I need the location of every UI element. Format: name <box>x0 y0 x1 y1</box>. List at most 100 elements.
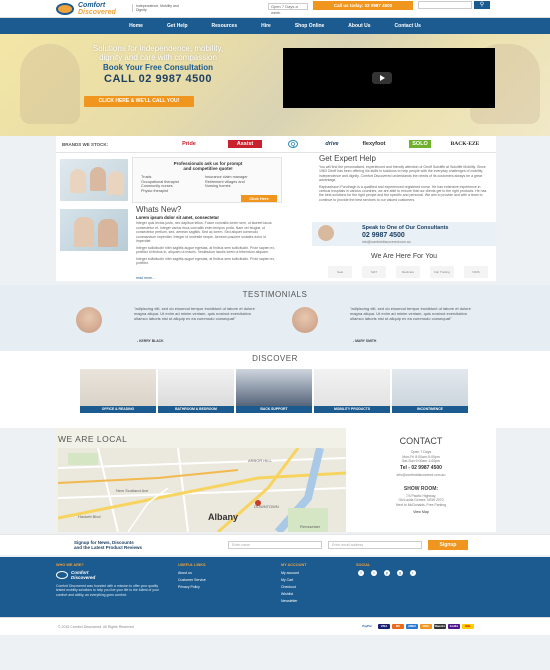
testimonials-title: TESTIMONIALS <box>242 290 308 299</box>
signup-button[interactable]: Signup <box>428 540 468 550</box>
promo-title-line-2: and competitive quote! <box>183 166 233 171</box>
footer-link[interactable]: Wishlist <box>281 592 293 596</box>
hero-book-consultation: Book Your Free Consultation <box>103 63 213 72</box>
testimonial-quote: "adipiscing elit, sed do eiusmod tempor … <box>350 306 471 321</box>
signup-email-input[interactable]: Enter email address <box>328 541 422 549</box>
promo-list-right: Insurance claim manager Retirement villa… <box>205 175 248 189</box>
category-tile[interactable]: BACK SUPPORT <box>236 369 312 413</box>
brand-logo[interactable]: flexyfoot <box>360 140 388 148</box>
logo-line-1: Comfort <box>78 2 106 9</box>
brands-label: BRANDS WE STOCK: <box>62 142 109 147</box>
paypal-icon: PayPal <box>360 624 374 629</box>
twitter-icon[interactable]: t <box>371 570 377 576</box>
tile-caption: BATHROOM & BEDROOM <box>158 406 234 413</box>
testimonial-author: - MARY SMITH <box>353 339 377 343</box>
location-map[interactable]: Albany ARBOR HILL DOWNTOWN New Scotland … <box>58 448 346 532</box>
footer-link[interactable]: My account <box>281 571 299 575</box>
hero-text: Solutions for independence, mobility, di… <box>58 44 258 85</box>
footer-link[interactable]: My Cart <box>281 578 293 582</box>
category-tile[interactable]: OFFICE & READING <box>80 369 156 413</box>
expert-help-title: Get Expert Help <box>319 154 376 163</box>
nav-get-help[interactable]: Get Help <box>155 18 200 34</box>
showroom-title: SHOW ROOM: <box>403 486 439 492</box>
contact-panel: CONTACT Open 7 Days Mon-Fri 8:00am-5:00p… <box>346 428 496 532</box>
logo-mark-icon <box>56 3 74 15</box>
brand-logo[interactable]: Pride <box>178 140 200 148</box>
top-header: Comfort Discovered Independence, Mobilit… <box>0 0 550 18</box>
brand-logo[interactable]: BACK-EZE <box>443 140 487 148</box>
footer-logo[interactable]: Comfort Discovered <box>56 570 116 581</box>
click-here-button[interactable]: Click Here <box>241 195 277 202</box>
whats-new-paragraph: Integer sollicitudin nibh sagittis augue… <box>136 256 276 266</box>
accreditation-badge: Seal <box>328 266 352 278</box>
local-section: WE ARE LOCAL Albany ARBOR HILL DOWNTOWN <box>56 428 496 532</box>
footer-link[interactable]: Privacy Policy <box>178 585 200 589</box>
brand-logo[interactable]: Assist <box>228 140 262 148</box>
nav-contact-us[interactable]: Contact Us <box>383 18 433 34</box>
pinterest-icon[interactable]: p <box>384 570 390 576</box>
brand-logo[interactable]: Q <box>288 140 298 148</box>
contact-email[interactable]: info@comfortdiscovered.com.au <box>346 473 496 477</box>
mastercard-icon: MC <box>392 624 404 629</box>
testimonial-author: - KERRY BLACK <box>137 339 164 343</box>
footer-link[interactable]: Customer Service <box>178 578 206 582</box>
contact-title: CONTACT <box>399 436 443 446</box>
expert-help-body: You will find the personalised, experien… <box>319 165 489 202</box>
footer-link[interactable]: About us <box>178 571 192 575</box>
testimonial-avatar <box>76 307 102 333</box>
list-item: Physio therapist <box>141 188 169 193</box>
search-input[interactable] <box>418 1 472 9</box>
expert-paragraph: You will find the personalised, experien… <box>319 165 486 183</box>
category-tile[interactable]: BATHROOM & BEDROOM <box>158 369 234 413</box>
person-figure <box>108 171 124 195</box>
consultant-phone[interactable]: 02 9987 4500 <box>362 232 405 239</box>
logo-mark-icon <box>56 571 68 579</box>
call-us-banner[interactable]: Call us today: 02 9987 4500 <box>313 1 413 10</box>
category-tile[interactable]: MOBILITY PRODUCTS <box>314 369 390 413</box>
consultant-email[interactable]: info@comfortdiscovered.com.au <box>362 240 411 244</box>
logo[interactable]: Comfort Discovered <box>56 2 136 16</box>
accreditation-badge: Medicare <box>396 266 420 278</box>
search-button[interactable]: ⚲ <box>474 1 490 9</box>
map-label: DOWNTOWN <box>254 504 279 509</box>
nav-home[interactable]: Home <box>117 18 155 34</box>
promo-image <box>60 159 128 201</box>
nav-hire[interactable]: Hire <box>249 18 283 34</box>
nav-about-us[interactable]: About Us <box>336 18 382 34</box>
consultant-box: Speak to One of Our Consultants 02 9987 … <box>312 222 496 246</box>
view-map-link[interactable]: View Map <box>407 510 435 514</box>
testimonial-quote: "adipiscing elit, sed do eiusmod tempor … <box>134 306 255 321</box>
discover-section: DISCOVER OFFICE & READING BATHROOM & BED… <box>0 351 550 428</box>
signup-name-input[interactable]: Enter name <box>228 541 322 549</box>
page-background <box>0 635 550 670</box>
play-icon[interactable] <box>372 72 392 84</box>
nav-shop-online[interactable]: Shop Online <box>283 18 336 34</box>
footer-link[interactable]: Newsletter <box>281 599 298 603</box>
brand-logo[interactable]: SOLO <box>409 140 431 148</box>
rss-icon[interactable]: r <box>410 570 416 576</box>
whats-new-body: Integer quis lectus justo, nec dapibus t… <box>136 221 276 266</box>
nav-resources[interactable]: Resources <box>200 18 250 34</box>
google-plus-icon[interactable]: g <box>397 570 403 576</box>
footer-link[interactable]: Checkout <box>281 585 296 589</box>
person-figure <box>90 167 106 191</box>
footer-about-text: Comfort Discovered was founded with a mi… <box>56 584 159 597</box>
facebook-icon[interactable]: f <box>358 570 364 576</box>
map-label: Hackett Blvd <box>78 514 101 519</box>
footer-links-title: USEFUL LINKS <box>178 563 206 567</box>
brand-logo[interactable]: drive <box>318 140 346 148</box>
map-label-city: Albany <box>208 512 239 522</box>
logo-line-2: Discovered <box>78 9 116 16</box>
hero-phone[interactable]: CALL 02 9987 4500 <box>58 73 258 85</box>
here-for-you-title: We Are Here For You <box>370 253 438 260</box>
page: Comfort Discovered Independence, Mobilit… <box>0 0 550 670</box>
whats-new-paragraph: Integer quis lectus justo, nec dapibus t… <box>136 221 272 243</box>
contact-hours-line: Sat-Sun 9:00am-1:00pm <box>401 459 441 464</box>
category-tile[interactable]: INCONTINENCE <box>392 369 468 413</box>
read-more-link[interactable]: read more... <box>136 276 155 280</box>
callback-button[interactable]: CLICK HERE & WE'LL CALL YOU! <box>84 96 194 107</box>
visa-icon: VISA <box>378 624 390 629</box>
contact-phone[interactable]: Tel - 02 9987 4500 <box>346 465 496 471</box>
accreditation-badge: NDIS <box>464 266 488 278</box>
tile-caption: INCONTINENCE <box>392 406 468 413</box>
